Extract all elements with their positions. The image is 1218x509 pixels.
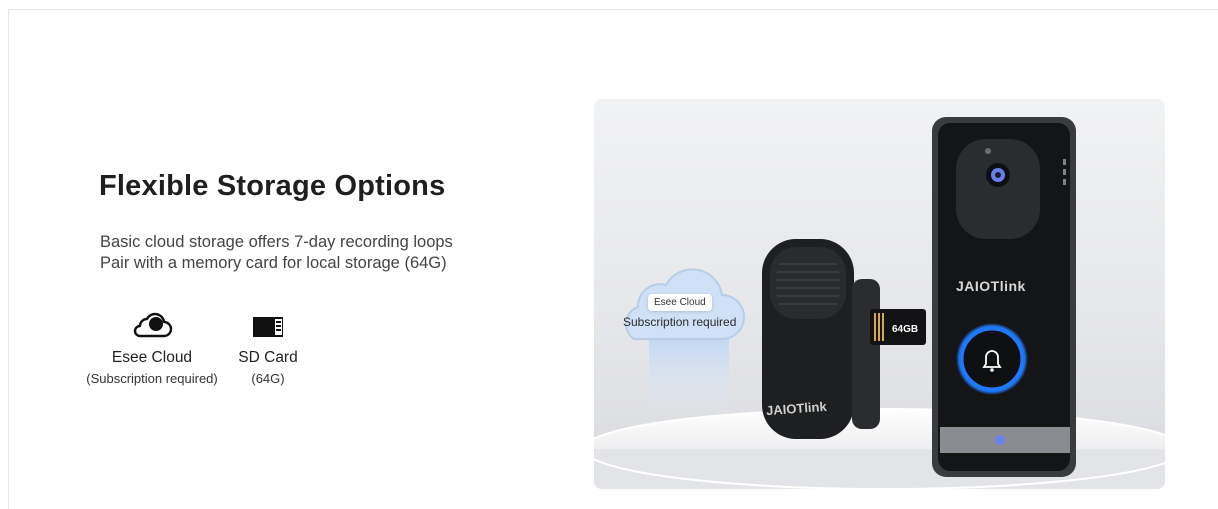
- doorbell-brand-logo: JAIOTlink: [956, 278, 1026, 294]
- feature-esee-cloud: Esee Cloud (Subscription required): [72, 310, 232, 386]
- feature-sublabel: (Subscription required): [86, 371, 218, 386]
- sd-card-icon: [253, 317, 283, 337]
- section-title: Flexible Storage Options: [99, 170, 446, 202]
- section-description: Basic cloud storage offers 7-day recordi…: [100, 232, 453, 274]
- feature-label: SD Card: [238, 349, 298, 366]
- image-sd-capacity: 64GB: [892, 324, 919, 335]
- feature-sublabel: (64G): [251, 371, 285, 386]
- cloud-icon: [133, 312, 173, 338]
- product-photo: Esee Cloud Subscription required 64GB JA…: [594, 99, 1165, 489]
- description-line-1: Basic cloud storage offers 7-day recordi…: [100, 233, 453, 251]
- description-line-2: Pair with a memory card for local storag…: [100, 254, 447, 272]
- image-cloud-tag: Esee Cloud: [648, 294, 712, 311]
- feature-label: Esee Cloud: [111, 349, 193, 366]
- image-cloud-subtitle: Subscription required: [623, 315, 737, 329]
- feature-sd-card: SD Card (64G): [228, 310, 308, 386]
